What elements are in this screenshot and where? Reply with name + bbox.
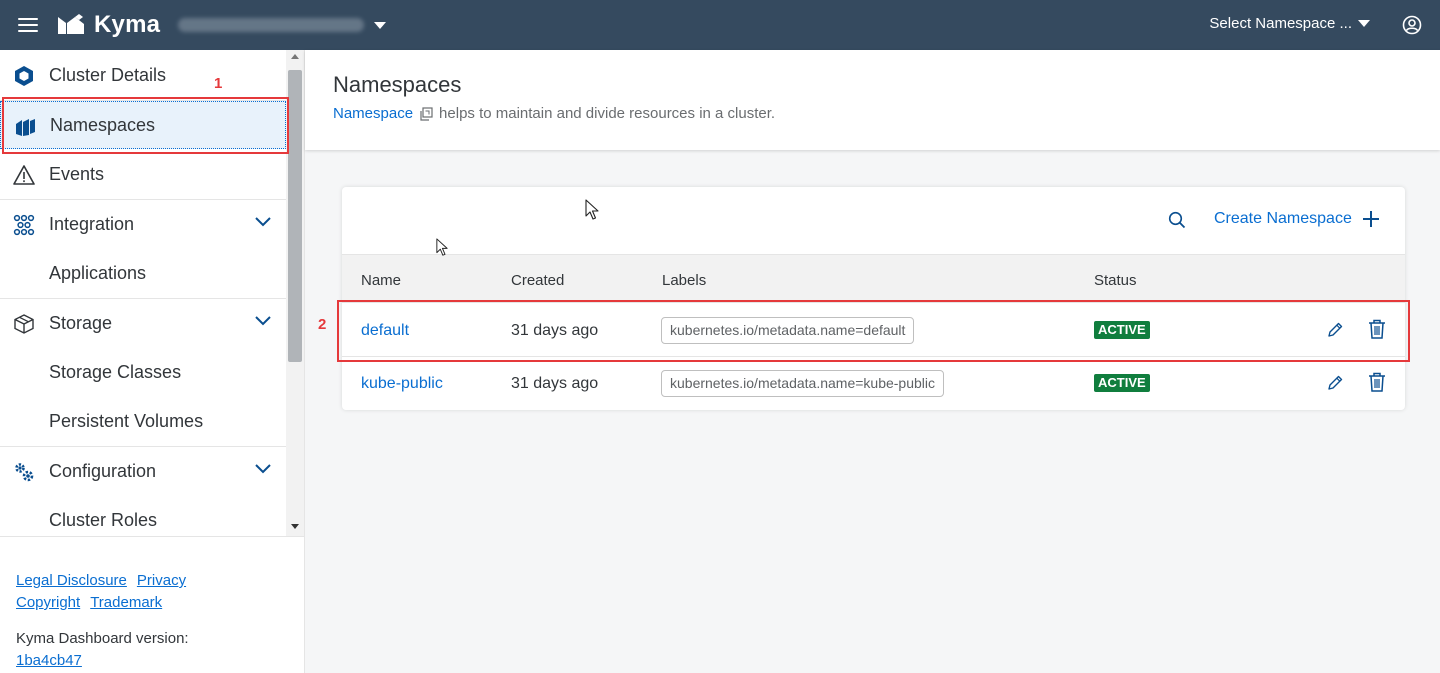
search-icon[interactable] bbox=[1168, 211, 1186, 229]
label-token: kubernetes.io/metadata.name=kube-public bbox=[661, 370, 945, 397]
sidebar-item-configuration[interactable]: Configuration bbox=[0, 447, 286, 495]
edit-icon[interactable] bbox=[1326, 321, 1344, 339]
annotation-number-2: 2 bbox=[318, 316, 327, 333]
status-badge: ACTIVE bbox=[1094, 374, 1150, 392]
chevron-down-icon[interactable] bbox=[254, 463, 272, 475]
menu-icon[interactable] bbox=[18, 18, 38, 32]
status-badge: ACTIVE bbox=[1094, 321, 1150, 339]
cluster-icon bbox=[15, 66, 33, 86]
sidebar-item-events[interactable]: Events bbox=[0, 150, 286, 198]
caret-down-icon bbox=[1358, 20, 1370, 27]
delete-icon[interactable] bbox=[1368, 372, 1386, 392]
table-row[interactable]: default 31 days ago kubernetes.io/metada… bbox=[342, 304, 1405, 357]
external-link-icon[interactable] bbox=[419, 106, 433, 121]
delete-icon[interactable] bbox=[1368, 319, 1386, 339]
shellbar: Kyma Select Namespace ... bbox=[0, 0, 1440, 50]
sidebar-item-label: Applications bbox=[49, 262, 147, 283]
scroll-up-arrow[interactable] bbox=[291, 54, 299, 59]
sidebar-item-label: Namespaces bbox=[50, 114, 156, 135]
column-header-name[interactable]: Name bbox=[361, 272, 401, 289]
table-header: Name Created Labels Status bbox=[342, 255, 1405, 303]
caret-down-icon bbox=[374, 21, 387, 29]
namespace-name-link[interactable]: default bbox=[361, 322, 409, 340]
legal-disclosure-link[interactable]: Legal Disclosure bbox=[16, 570, 127, 592]
trademark-link[interactable]: Trademark bbox=[90, 592, 162, 614]
chevron-down-icon[interactable] bbox=[254, 315, 272, 327]
annotation-number-1: 1 bbox=[214, 75, 223, 92]
column-header-created[interactable]: Created bbox=[511, 272, 564, 289]
created-age: 31 days ago bbox=[511, 375, 599, 392]
warning-icon bbox=[13, 165, 35, 185]
version-link[interactable]: 1ba4cb47 bbox=[16, 650, 82, 672]
sidebar-scrollbar[interactable] bbox=[286, 50, 304, 536]
integration-icon bbox=[13, 214, 35, 236]
scroll-down-arrow[interactable] bbox=[291, 524, 299, 529]
label-token: kubernetes.io/metadata.name=default bbox=[661, 317, 915, 344]
mouse-cursor-icon bbox=[585, 199, 599, 220]
namespaces-icon bbox=[16, 119, 35, 136]
privacy-link[interactable]: Privacy bbox=[137, 570, 186, 592]
chevron-down-icon[interactable] bbox=[254, 216, 272, 228]
table-toolbar: Create Namespace bbox=[342, 187, 1405, 255]
namespace-selector-label: Select Namespace ... bbox=[1209, 15, 1352, 32]
mouse-cursor-icon bbox=[436, 238, 448, 256]
create-namespace-label: Create Namespace bbox=[1214, 210, 1352, 227]
column-header-status[interactable]: Status bbox=[1094, 272, 1137, 289]
sidebar-item-label: Cluster Details bbox=[49, 64, 167, 85]
sidebar-item-storage-classes[interactable]: Storage Classes bbox=[0, 348, 286, 396]
sidebar-item-label: Integration bbox=[49, 213, 135, 234]
sidebar-item-applications[interactable]: Applications bbox=[0, 249, 286, 297]
kyma-logo-icon bbox=[58, 14, 84, 34]
kyma-logo[interactable]: Kyma bbox=[56, 11, 160, 39]
cluster-selector[interactable] bbox=[178, 18, 387, 32]
created-age: 31 days ago bbox=[511, 322, 599, 339]
create-namespace-button[interactable]: Create Namespace bbox=[1214, 210, 1380, 228]
sidebar-item-label: Storage Classes bbox=[49, 361, 182, 382]
sidebar-item-namespaces[interactable]: Namespaces bbox=[0, 101, 286, 149]
sidebar-footer: Legal Disclosure Privacy Copyright Trade… bbox=[16, 570, 189, 672]
namespace-name-link[interactable]: kube-public bbox=[361, 375, 443, 393]
version-label: Kyma Dashboard version: bbox=[16, 630, 189, 647]
scrollbar-thumb[interactable] bbox=[288, 70, 302, 362]
sidebar-item-label: Persistent Volumes bbox=[49, 410, 204, 431]
app-name: Kyma bbox=[94, 11, 161, 38]
sidebar-item-label: Cluster Roles bbox=[49, 509, 158, 530]
namespace-selector[interactable]: Select Namespace ... bbox=[1209, 15, 1370, 32]
page-header: Namespaces Namespace helps to maintain a… bbox=[305, 50, 1440, 150]
sidebar-item-cluster-details[interactable]: Cluster Details bbox=[0, 51, 286, 99]
user-account-icon[interactable] bbox=[1402, 15, 1422, 35]
cluster-name-redacted bbox=[178, 18, 365, 32]
edit-icon[interactable] bbox=[1326, 374, 1344, 392]
sidebar-item-label: Events bbox=[49, 163, 105, 184]
storage-icon bbox=[14, 314, 34, 334]
column-header-labels[interactable]: Labels bbox=[662, 272, 706, 289]
sidebar-item-persistent-volumes[interactable]: Persistent Volumes bbox=[0, 397, 286, 445]
sidebar-item-integration[interactable]: Integration bbox=[0, 200, 286, 248]
gears-icon bbox=[15, 463, 34, 482]
copyright-link[interactable]: Copyright bbox=[16, 592, 80, 614]
sidebar: Cluster Details Namespaces Events Integr… bbox=[0, 50, 305, 673]
add-icon bbox=[1362, 211, 1379, 227]
sidebar-item-storage[interactable]: Storage bbox=[0, 299, 286, 347]
table-row[interactable]: kube-public 31 days ago kubernetes.io/me… bbox=[342, 357, 1405, 410]
sidebar-nav: Cluster Details Namespaces Events Integr… bbox=[0, 50, 286, 536]
sidebar-item-cluster-roles[interactable]: Cluster Roles bbox=[0, 496, 286, 536]
page-description: Namespace helps to maintain and divide r… bbox=[333, 105, 775, 122]
namespaces-table-card: Create Namespace Name Created Labels Sta… bbox=[342, 187, 1405, 410]
namespace-docs-link[interactable]: Namespace bbox=[333, 105, 413, 122]
page-title: Namespaces bbox=[333, 72, 462, 97]
description-text: helps to maintain and divide resources i… bbox=[439, 105, 776, 122]
sidebar-item-label: Configuration bbox=[49, 460, 157, 481]
sidebar-item-label: Storage bbox=[49, 312, 113, 333]
